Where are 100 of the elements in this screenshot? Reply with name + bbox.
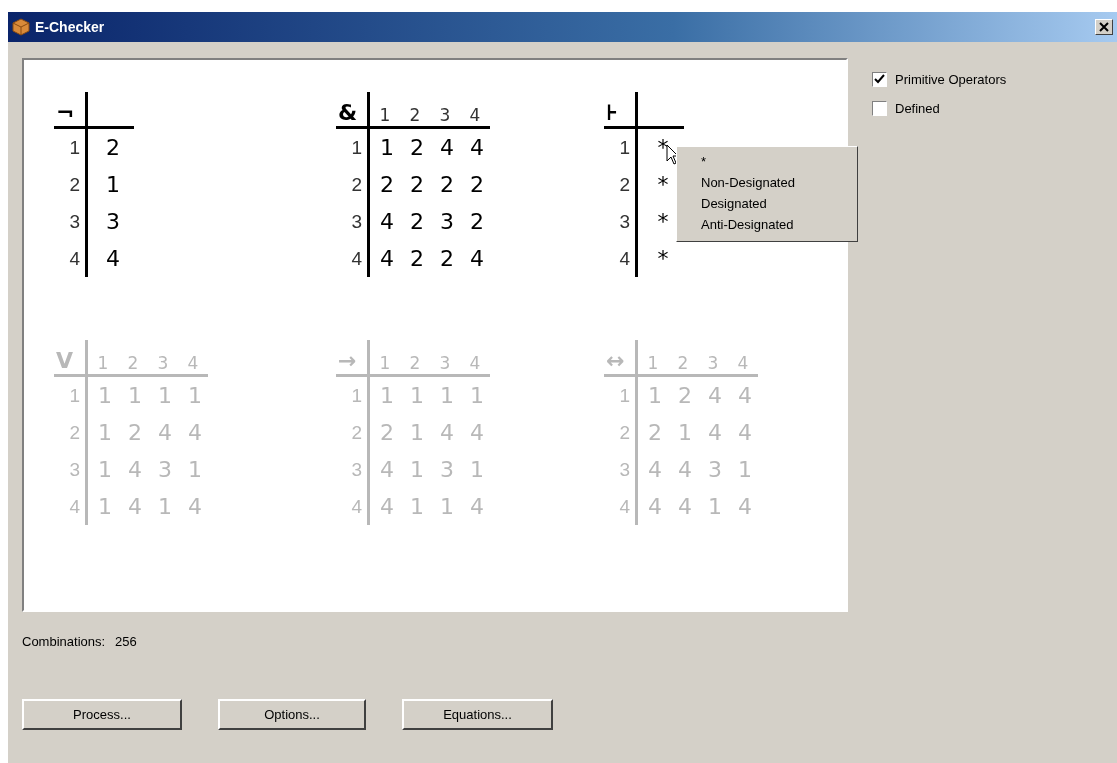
checkbox-label[interactable]: Defined xyxy=(895,101,940,116)
table-cell[interactable]: 2 xyxy=(400,135,430,160)
table-cell[interactable]: 4 xyxy=(460,135,490,160)
push-button[interactable]: Process... xyxy=(22,699,182,730)
table-cell[interactable]: 4 xyxy=(370,246,400,271)
table-cell[interactable]: 2 xyxy=(460,172,490,197)
table-cell[interactable]: 2 xyxy=(430,246,460,271)
table-cell[interactable]: 1 xyxy=(370,383,400,408)
table-cell[interactable]: 4 xyxy=(460,420,490,445)
table-cell[interactable]: 1 xyxy=(88,457,118,482)
table-cell[interactable]: 1 xyxy=(400,494,430,519)
table-cell[interactable]: 2 xyxy=(370,420,400,445)
row-label: 1 xyxy=(54,377,88,414)
table-cell[interactable]: 1 xyxy=(370,135,400,160)
table-cell[interactable]: 2 xyxy=(400,246,430,271)
table-cell[interactable]: 2 xyxy=(430,172,460,197)
table-cell[interactable]: 4 xyxy=(148,420,178,445)
table-cell[interactable]: 1 xyxy=(148,494,178,519)
table-cell[interactable]: 4 xyxy=(698,383,728,408)
row-label: 4 xyxy=(336,240,370,277)
menu-item[interactable]: Designated xyxy=(677,193,857,214)
table-cell[interactable]: 1 xyxy=(668,420,698,445)
table-cell[interactable]: 3 xyxy=(430,457,460,482)
table-cell[interactable]: 2 xyxy=(400,172,430,197)
table-cell[interactable]: 4 xyxy=(88,246,134,271)
table-cell[interactable]: 4 xyxy=(118,494,148,519)
push-button[interactable]: Options... xyxy=(218,699,366,730)
table-cell[interactable]: 1 xyxy=(728,457,758,482)
table-cell[interactable]: 2 xyxy=(460,209,490,234)
table-cell[interactable]: 3 xyxy=(430,209,460,234)
table-cell[interactable]: 1 xyxy=(400,383,430,408)
row-label: 4 xyxy=(54,488,88,525)
table-cell[interactable]: 1 xyxy=(698,494,728,519)
column-header: 2 xyxy=(400,340,430,377)
row-label: 1 xyxy=(54,129,88,166)
table-cell[interactable]: 4 xyxy=(668,494,698,519)
row-label: 3 xyxy=(54,203,88,240)
table-cell[interactable]: 4 xyxy=(460,494,490,519)
row-label: 2 xyxy=(336,414,370,451)
column-header: 2 xyxy=(400,92,430,129)
row-label: 3 xyxy=(604,451,638,488)
table-cell[interactable]: 4 xyxy=(370,457,400,482)
table-cell[interactable]: 4 xyxy=(728,494,758,519)
table-cell[interactable]: 1 xyxy=(148,383,178,408)
table-cell[interactable]: 1 xyxy=(88,494,118,519)
table-cell[interactable]: 4 xyxy=(430,420,460,445)
table-cell[interactable]: 4 xyxy=(638,457,668,482)
table-cell[interactable]: 2 xyxy=(400,209,430,234)
column-header: 1 xyxy=(370,340,400,377)
column-header: 3 xyxy=(430,340,460,377)
table-cell[interactable]: 1 xyxy=(460,457,490,482)
column-header: 3 xyxy=(148,340,178,377)
table-cell[interactable]: 2 xyxy=(370,172,400,197)
table-cell[interactable]: 3 xyxy=(698,457,728,482)
menu-item[interactable]: * xyxy=(677,151,857,172)
table-cell[interactable]: 4 xyxy=(430,135,460,160)
table-cell[interactable]: 2 xyxy=(638,420,668,445)
table-cell[interactable]: 4 xyxy=(118,457,148,482)
table-cell[interactable]: 1 xyxy=(400,420,430,445)
push-button[interactable]: Equations... xyxy=(402,699,553,730)
table-cell[interactable]: 1 xyxy=(638,383,668,408)
table-cell[interactable]: 3 xyxy=(88,209,134,234)
table-cell[interactable]: 4 xyxy=(178,494,208,519)
table-cell[interactable]: 1 xyxy=(178,383,208,408)
menu-item[interactable]: Non-Designated xyxy=(677,172,857,193)
table-cell[interactable]: 4 xyxy=(698,420,728,445)
table-cell[interactable]: 3 xyxy=(148,457,178,482)
table-cell[interactable]: 1 xyxy=(460,383,490,408)
menu-item[interactable]: Anti-Designated xyxy=(677,214,857,235)
table-cell[interactable]: 4 xyxy=(668,457,698,482)
table-cell[interactable]: 1 xyxy=(88,383,118,408)
table-cell[interactable]: 4 xyxy=(370,494,400,519)
table-cell[interactable]: 1 xyxy=(430,383,460,408)
table-cell[interactable]: * xyxy=(638,246,684,271)
checkbox-label[interactable]: Primitive Operators xyxy=(895,72,1007,87)
table-cell[interactable]: 4 xyxy=(460,246,490,271)
row-label: 1 xyxy=(604,129,638,166)
row-label: 2 xyxy=(336,166,370,203)
table-cell[interactable]: 4 xyxy=(370,209,400,234)
table-cell[interactable]: 1 xyxy=(88,172,134,197)
row-label: 1 xyxy=(604,377,638,414)
table-cell[interactable]: 1 xyxy=(88,420,118,445)
table-cell[interactable]: 2 xyxy=(118,420,148,445)
row-label: 4 xyxy=(604,240,638,277)
checkbox[interactable] xyxy=(872,101,887,116)
table-cell[interactable]: 1 xyxy=(430,494,460,519)
table-cell[interactable]: 4 xyxy=(728,420,758,445)
table-cell[interactable]: 2 xyxy=(668,383,698,408)
table-cell[interactable]: 2 xyxy=(88,135,134,160)
table-cell[interactable]: 1 xyxy=(400,457,430,482)
row-label: 3 xyxy=(336,451,370,488)
row-label: 1 xyxy=(336,377,370,414)
table-cell[interactable]: 1 xyxy=(118,383,148,408)
table-cell[interactable]: 4 xyxy=(638,494,668,519)
table-cell[interactable]: 1 xyxy=(178,457,208,482)
row-label: 2 xyxy=(604,166,638,203)
table-cell[interactable]: 4 xyxy=(728,383,758,408)
table-cell[interactable]: 4 xyxy=(178,420,208,445)
checkbox[interactable] xyxy=(872,72,887,87)
close-button[interactable] xyxy=(1095,19,1113,35)
